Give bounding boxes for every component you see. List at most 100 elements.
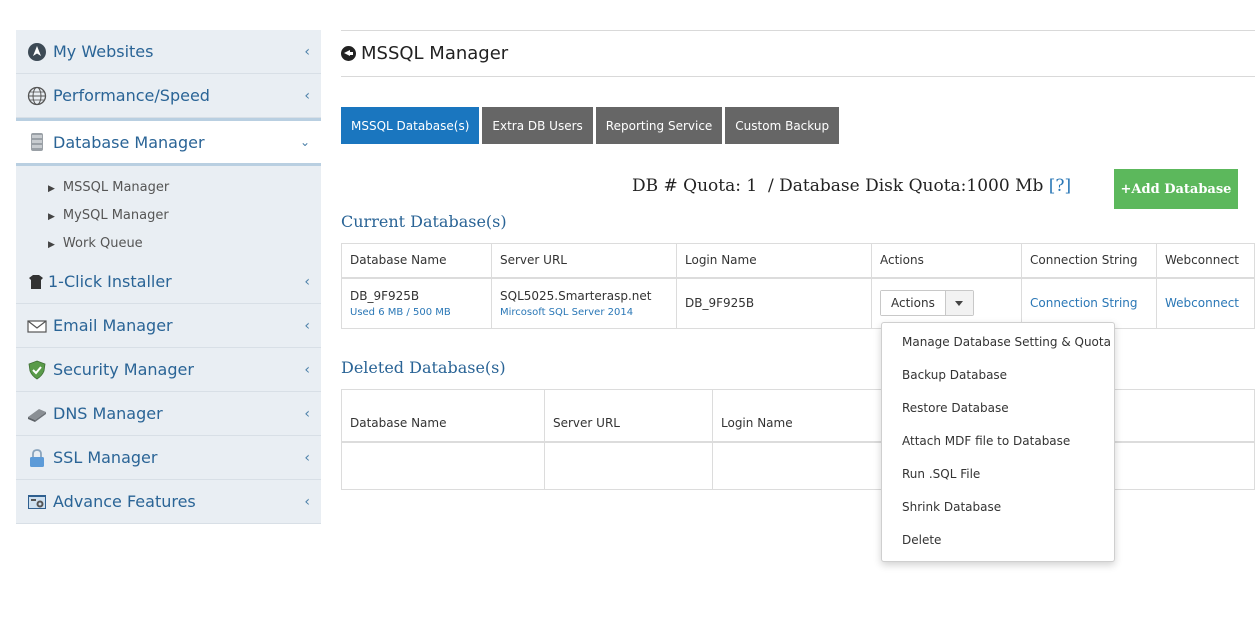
sidebar-item-label: Database Manager [53,132,205,152]
table-row [341,441,1255,490]
page-title: MSSQL Manager [341,43,508,64]
submenu-item-mysql[interactable]: ▶ MySQL Manager [48,202,321,230]
menu-item-shrink[interactable]: Shrink Database [882,491,1114,524]
caret-right-icon: ▶ [48,212,55,222]
caret-down-icon [955,300,964,306]
chevron-down-icon: ⌄ [299,135,310,149]
column-header: Webconnect [1156,243,1255,279]
sidebar-item-label: Security Manager [53,360,194,379]
actions-button[interactable]: Actions [881,291,945,316]
database-submenu: ▶ MSSQL Manager ▶ MySQL Manager ▶ Work Queu… [16,166,321,260]
chevron-left-icon: ‹ [304,273,310,290]
current-databases-title: Current Database(s) [341,212,507,231]
menu-item-attach-mdf[interactable]: Attach MDF file to Database [882,425,1114,458]
table-row: DB_9F925B Used 6 MB / 500 MB SQL5025.Sma… [341,277,1255,329]
sidebar-item-label: Email Manager [53,316,173,335]
submenu-item-label: MySQL Manager [62,208,169,223]
actions-cell: Actions [871,277,1022,329]
server-version: Mircosoft SQL Server 2014 [500,306,634,318]
chevron-left-icon: ‹ [304,493,310,510]
sidebar-item-advance-features[interactable]: Advance Features ‹ [16,480,321,524]
connection-string-cell: Connection String [1021,277,1157,329]
column-header: Actions [871,243,1022,279]
chevron-left-icon: ‹ [304,43,310,60]
menu-item-restore[interactable]: Restore Database [882,392,1114,425]
sidebar-item-my-websites[interactable]: My Websites ‹ [16,30,321,74]
actions-dropdown[interactable]: Actions [880,290,974,317]
column-header: Server URL [544,389,713,443]
sidebar-item-label: SSL Manager [53,448,158,467]
sidebar-item-dns-manager[interactable]: DNS Manager ‹ [16,392,321,436]
submenu-item-mssql[interactable]: ▶ MSSQL Manager [48,174,321,202]
sidebar-item-installer[interactable]: 1-Click Installer ‹ [16,260,321,304]
quota-info: DB # Quota: 1 / Database Disk Quota:1000… [632,176,1071,196]
menu-item-run-sql[interactable]: Run .SQL File [882,458,1114,491]
chevron-left-icon: ‹ [304,317,310,334]
current-databases-table: Database Name Server URL Login Name Acti… [341,243,1255,329]
chevron-left-icon: ‹ [304,361,310,378]
submenu-item-label: MSSQL Manager [62,180,170,195]
deleted-databases-title: Deleted Database(s) [341,358,506,377]
login-name-cell: DB_9F925B [676,277,872,329]
tab-reporting-service[interactable]: Reporting Service [595,107,723,144]
shield-icon [27,360,47,380]
column-header: Login Name [712,389,883,443]
caret-right-icon: ▶ [48,240,55,250]
sidebar-item-ssl-manager[interactable]: SSL Manager ‹ [16,436,321,480]
sidebar-item-label: My Websites [53,42,154,61]
submenu-item-label: Work Queue [62,236,143,251]
tools-icon [27,492,47,512]
quota-text: DB # Quota: 1 / Database Disk Quota:1000… [632,176,1049,196]
table-cell [712,441,883,490]
lock-icon [27,448,47,468]
back-arrow-icon[interactable] [341,46,356,61]
database-icon [27,132,47,152]
column-header: Connection String [1021,243,1157,279]
menu-item-backup[interactable]: Backup Database [882,359,1114,392]
globe-icon [27,86,47,106]
server-url: SQL5025.Smarterasp.net [500,288,652,303]
caret-right-icon: ▶ [48,184,55,194]
tab-extra-db-users[interactable]: Extra DB Users [482,107,593,144]
table-cell [341,441,545,490]
header-divider [341,30,1255,31]
webconnect-link[interactable]: Webconnect [1165,296,1239,310]
menu-item-manage-settings[interactable]: Manage Database Setting & Quota [882,326,1114,359]
deleted-databases-table: Database Name Server URL Login Name [341,389,1255,490]
chevron-left-icon: ‹ [304,449,310,466]
tab-bar: MSSQL Database(s) Extra DB Users Reporti… [341,107,842,144]
sidebar-item-performance[interactable]: Performance/Speed ‹ [16,74,321,118]
quota-help-link[interactable]: [?] [1049,176,1071,196]
actions-caret-button[interactable] [944,291,973,316]
dns-icon [27,404,47,424]
table-header-row: Database Name Server URL Login Name Acti… [341,243,1255,279]
installer-icon [26,272,46,292]
sidebar-item-label: 1-Click Installer [48,272,172,291]
database-name-cell: DB_9F925B Used 6 MB / 500 MB [341,277,492,329]
sidebar-item-database-manager[interactable]: Database Manager ⌄ [16,118,321,166]
webconnect-cell: Webconnect [1156,277,1255,329]
table-cell [544,441,713,490]
sidebar-item-label: DNS Manager [53,404,163,423]
column-header: Database Name [341,243,492,279]
sidebar-item-security-manager[interactable]: Security Manager ‹ [16,348,321,392]
tab-mssql-databases[interactable]: MSSQL Database(s) [341,107,480,144]
envelope-icon [27,316,47,336]
database-name: DB_9F925B [350,288,420,303]
menu-item-delete[interactable]: Delete [882,524,1114,557]
table-header-row: Database Name Server URL Login Name [341,389,1255,443]
sidebar-item-label: Performance/Speed [53,86,210,105]
tab-custom-backup[interactable]: Custom Backup [725,107,840,144]
add-database-button[interactable]: +Add Database [1114,169,1238,209]
sidebar: My Websites ‹ Performance/Speed ‹ Databa… [16,30,321,524]
chevron-left-icon: ‹ [304,87,310,104]
actions-dropdown-menu: Manage Database Setting & Quota Backup D… [881,322,1115,562]
connection-string-link[interactable]: Connection String [1030,296,1138,310]
nav-compass-icon [27,42,47,62]
database-usage: Used 6 MB / 500 MB [350,306,451,318]
login-name: DB_9F925B [685,296,755,311]
column-header: Database Name [341,389,545,443]
sidebar-item-email-manager[interactable]: Email Manager ‹ [16,304,321,348]
submenu-item-work-queue[interactable]: ▶ Work Queue [48,230,321,258]
page-title-text: MSSQL Manager [361,43,509,64]
